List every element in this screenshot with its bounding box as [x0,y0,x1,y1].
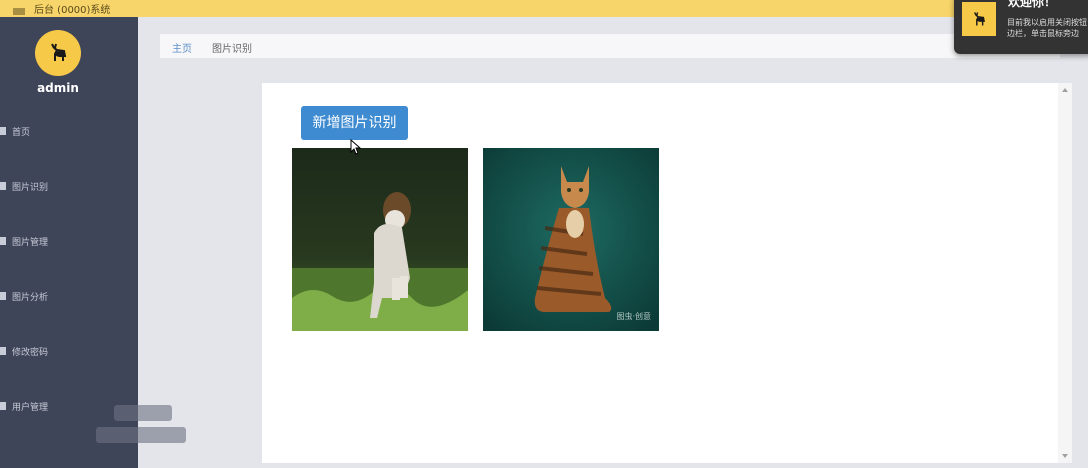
sidebar-item-label: 修改密码 [12,348,49,358]
sidebar-item-label: 首页 [12,128,31,138]
sidebar-item-image-analysis[interactable]: 图片分析 [0,286,138,308]
deer-icon [973,12,985,26]
image-management-icon [0,237,6,245]
sidebar-item-image-management[interactable]: 图片管理 [0,231,138,253]
image-thumbnail-dog[interactable] [292,148,468,331]
user-management-icon [0,402,6,410]
sidebar-item-label: 图片识别 [12,183,49,193]
dog-photo [292,148,468,331]
cat-photo [483,148,659,331]
sidebar-item-home[interactable]: 首页 [0,121,138,143]
sidebar-item-change-password[interactable]: 修改密码 [0,341,138,363]
sidebar: admin 首页 图片识别 图片管理 图片分析 修改密码 用户管理 [0,17,186,468]
vertical-scrollbar[interactable] [1058,83,1072,463]
toast-message-line: 边栏，单击鼠标旁边 [1007,29,1079,38]
app-logo-icon [12,2,26,15]
sidebar-item-image-recognition[interactable]: 图片识别 [0,176,138,198]
sidebar-item-label: 图片分析 [12,293,49,303]
deer-icon [51,43,67,61]
image-watermark: 图虫·创意 [616,312,651,321]
toast-message-line: 目前我以启用关闭按钮 [1007,18,1087,27]
mouse-cursor-icon [350,138,362,159]
toast-message: 目前我以启用关闭按钮 边栏，单击鼠标旁边 [1007,17,1088,39]
sidebar-item-label: 用户管理 [12,403,49,413]
avatar[interactable] [35,30,81,76]
breadcrumb: 主页 图片识别 [160,34,1060,58]
scroll-down-icon[interactable] [1062,454,1068,458]
breadcrumb-home-link[interactable]: 主页 [172,40,192,55]
window-title: 后台 (0000)系统 [34,5,111,16]
image-recognition-icon [0,182,6,190]
scroll-up-icon[interactable] [1062,88,1068,92]
top-bar: 后台 (0000)系统 [0,0,1088,17]
main-content: 新增图片识别 图虫·创意 [262,83,1072,463]
breadcrumb-current: 图片识别 [212,44,252,55]
add-image-recognition-button[interactable]: 新增图片识别 [301,106,408,140]
username: admin [37,81,79,95]
toast-title: 欢迎你！ [1008,0,1057,9]
blurred-overlay [96,427,186,443]
sidebar-item-label: 图片管理 [12,238,49,248]
image-thumbnail-cat[interactable]: 图虫·创意 [483,148,659,331]
blurred-overlay [114,405,172,421]
welcome-toast[interactable]: 欢迎你！ 目前我以启用关闭按钮 边栏，单击鼠标旁边 [954,0,1088,54]
password-icon [0,347,6,355]
home-icon [0,127,6,135]
toast-logo [962,2,996,36]
image-analysis-icon [0,292,6,300]
